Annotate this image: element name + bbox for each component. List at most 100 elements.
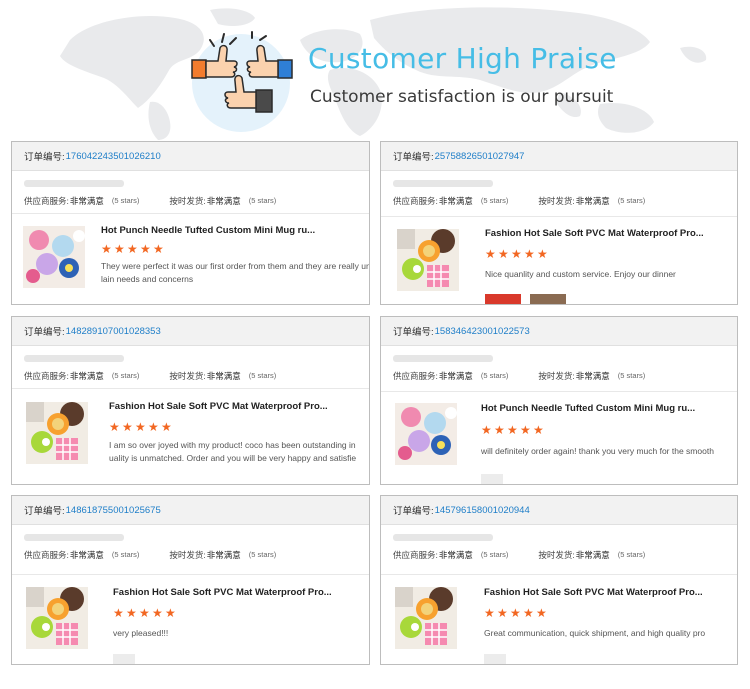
service-ratings: 供应商服务: 非常满意 (5 stars) 按时发货: 非常满意 (5 stars)	[381, 548, 737, 561]
delivery-label: 按时发货:	[169, 370, 206, 381]
star-icon: ★	[533, 423, 544, 437]
buyer-name-blurred	[393, 534, 493, 541]
star-icon: ★	[161, 420, 172, 434]
star-icon: ★	[122, 420, 133, 434]
star-icon: ★	[109, 420, 120, 434]
supplier-service-label: 供应商服务:	[393, 370, 438, 381]
star-icon: ★	[135, 420, 146, 434]
review-card: 订单编号: 158346423001022573 供应商服务: 非常满意 (5 star…	[380, 316, 738, 485]
card-divider	[12, 213, 369, 214]
delivery-stars: (5 stars)	[248, 196, 277, 205]
delivery-value: 非常满意	[575, 549, 610, 560]
star-icon: ★	[127, 242, 138, 256]
delivery-value: 非常满意	[575, 370, 610, 381]
star-icon: ★	[165, 606, 176, 620]
hero-subtitle: Customer satisfaction is our pursuit	[310, 87, 614, 107]
buyer-name-blurred	[24, 180, 124, 187]
order-header: 订单编号: 148618755001025675	[12, 496, 369, 525]
review-card: 订单编号: 176042243501026210 供应商服务: 非常满意 (5 star…	[11, 141, 370, 305]
review-text: will definitely order again! thank you v…	[481, 446, 714, 456]
review-photo-thumbnail[interactable]	[485, 294, 521, 304]
thumbs-up-hands-icon	[191, 31, 293, 113]
order-label: 订单编号:	[393, 327, 434, 338]
review-card: 订单编号: 148289107001028353 供应商服务: 非常满意 (5 star…	[11, 316, 370, 485]
service-ratings: 供应商服务: 非常满意 (5 stars) 按时发货: 非常满意 (5 stars)	[12, 194, 369, 207]
product-title[interactable]: Fashion Hot Sale Soft PVC Mat Waterproof…	[109, 401, 328, 412]
order-number-link[interactable]: 148618755001025675	[66, 505, 161, 516]
product-title[interactable]: Fashion Hot Sale Soft PVC Mat Waterproof…	[113, 587, 332, 598]
product-rating-stars: ★ ★ ★ ★ ★	[484, 606, 547, 620]
star-icon: ★	[114, 242, 125, 256]
order-label: 订单编号:	[24, 327, 65, 338]
delivery-stars: (5 stars)	[617, 371, 646, 380]
supplier-service-stars: (5 stars)	[111, 550, 140, 559]
supplier-service-label: 供应商服务:	[24, 549, 69, 560]
supplier-service-label: 供应商服务:	[24, 195, 69, 206]
supplier-service-stars: (5 stars)	[480, 550, 509, 559]
review-photo-thumbnail[interactable]	[530, 294, 566, 304]
service-ratings: 供应商服务: 非常满意 (5 stars) 按时发货: 非常满意 (5 stars)	[381, 194, 737, 207]
star-icon: ★	[510, 606, 521, 620]
order-number-link[interactable]: 176042243501026210	[66, 151, 161, 162]
review-card: 订单编号: 145796158001020944 供应商服务: 非常满意 (5 star…	[380, 495, 738, 665]
product-rating-stars: ★ ★ ★ ★ ★	[109, 420, 172, 434]
product-image[interactable]	[397, 229, 459, 291]
delivery-value: 非常满意	[575, 195, 610, 206]
review-photo-thumbnail[interactable]	[113, 654, 135, 664]
order-number-link[interactable]: 145796158001020944	[435, 505, 530, 516]
product-title[interactable]: Hot Punch Needle Tufted Custom Mini Mug …	[481, 403, 695, 414]
supplier-service-stars: (5 stars)	[111, 371, 140, 380]
delivery-stars: (5 stars)	[248, 550, 277, 559]
supplier-service-label: 供应商服务:	[393, 549, 438, 560]
product-rating-stars: ★ ★ ★ ★ ★	[101, 242, 164, 256]
service-ratings: 供应商服务: 非常满意 (5 stars) 按时发货: 非常满意 (5 stars)	[381, 369, 737, 382]
delivery-stars: (5 stars)	[248, 371, 277, 380]
review-text: They were perfect it was our first order…	[101, 261, 370, 284]
buyer-name-blurred	[393, 355, 493, 362]
star-icon: ★	[494, 423, 505, 437]
star-icon: ★	[148, 420, 159, 434]
star-icon: ★	[520, 423, 531, 437]
product-title[interactable]: Fashion Hot Sale Soft PVC Mat Waterproof…	[485, 228, 704, 239]
delivery-label: 按时发货:	[538, 370, 575, 381]
star-icon: ★	[536, 606, 547, 620]
supplier-service-stars: (5 stars)	[480, 371, 509, 380]
supplier-service-value: 非常满意	[69, 549, 104, 560]
star-icon: ★	[153, 242, 164, 256]
product-rating-stars: ★ ★ ★ ★ ★	[481, 423, 544, 437]
review-photo-thumbnail[interactable]	[484, 654, 506, 664]
star-icon: ★	[139, 606, 150, 620]
star-icon: ★	[507, 423, 518, 437]
delivery-stars: (5 stars)	[617, 550, 646, 559]
product-title[interactable]: Fashion Hot Sale Soft PVC Mat Waterproof…	[484, 587, 703, 598]
star-icon: ★	[524, 247, 535, 261]
product-image[interactable]	[395, 587, 457, 649]
supplier-service-value: 非常满意	[438, 549, 473, 560]
order-label: 订单编号:	[393, 506, 434, 517]
hero-banner: Customer High Praise Customer satisfacti…	[0, 0, 750, 135]
service-ratings: 供应商服务: 非常满意 (5 stars) 按时发货: 非常满意 (5 stars)	[12, 548, 369, 561]
service-ratings: 供应商服务: 非常满意 (5 stars) 按时发货: 非常满意 (5 stars)	[12, 369, 369, 382]
product-image[interactable]	[23, 226, 85, 288]
card-divider	[12, 574, 369, 575]
product-image[interactable]	[26, 587, 88, 649]
delivery-value: 非常满意	[206, 370, 241, 381]
delivery-label: 按时发货:	[538, 195, 575, 206]
order-header: 订单编号: 145796158001020944	[381, 496, 737, 525]
review-photo-thumbnail[interactable]	[481, 474, 503, 484]
hero-title: Customer High Praise	[308, 42, 617, 75]
review-text: Great communication, quick shipment, and…	[484, 628, 706, 638]
product-image[interactable]	[26, 402, 88, 464]
review-text: very pleased!!!	[113, 628, 169, 638]
delivery-stars: (5 stars)	[617, 196, 646, 205]
order-number-link[interactable]: 158346423001022573	[435, 326, 530, 337]
product-title[interactable]: Hot Punch Needle Tufted Custom Mini Mug …	[101, 225, 315, 236]
review-text: Nice quanlity and custom service. Enjoy …	[485, 269, 676, 279]
order-number-link[interactable]: 257588265010279​47	[435, 151, 525, 162]
buyer-name-blurred	[393, 180, 493, 187]
order-label: 订单编号:	[24, 506, 65, 517]
product-image[interactable]	[395, 403, 457, 465]
order-number-link[interactable]: 148289107001028353	[66, 326, 161, 337]
delivery-value: 非常满意	[206, 549, 241, 560]
buyer-name-blurred	[24, 355, 124, 362]
